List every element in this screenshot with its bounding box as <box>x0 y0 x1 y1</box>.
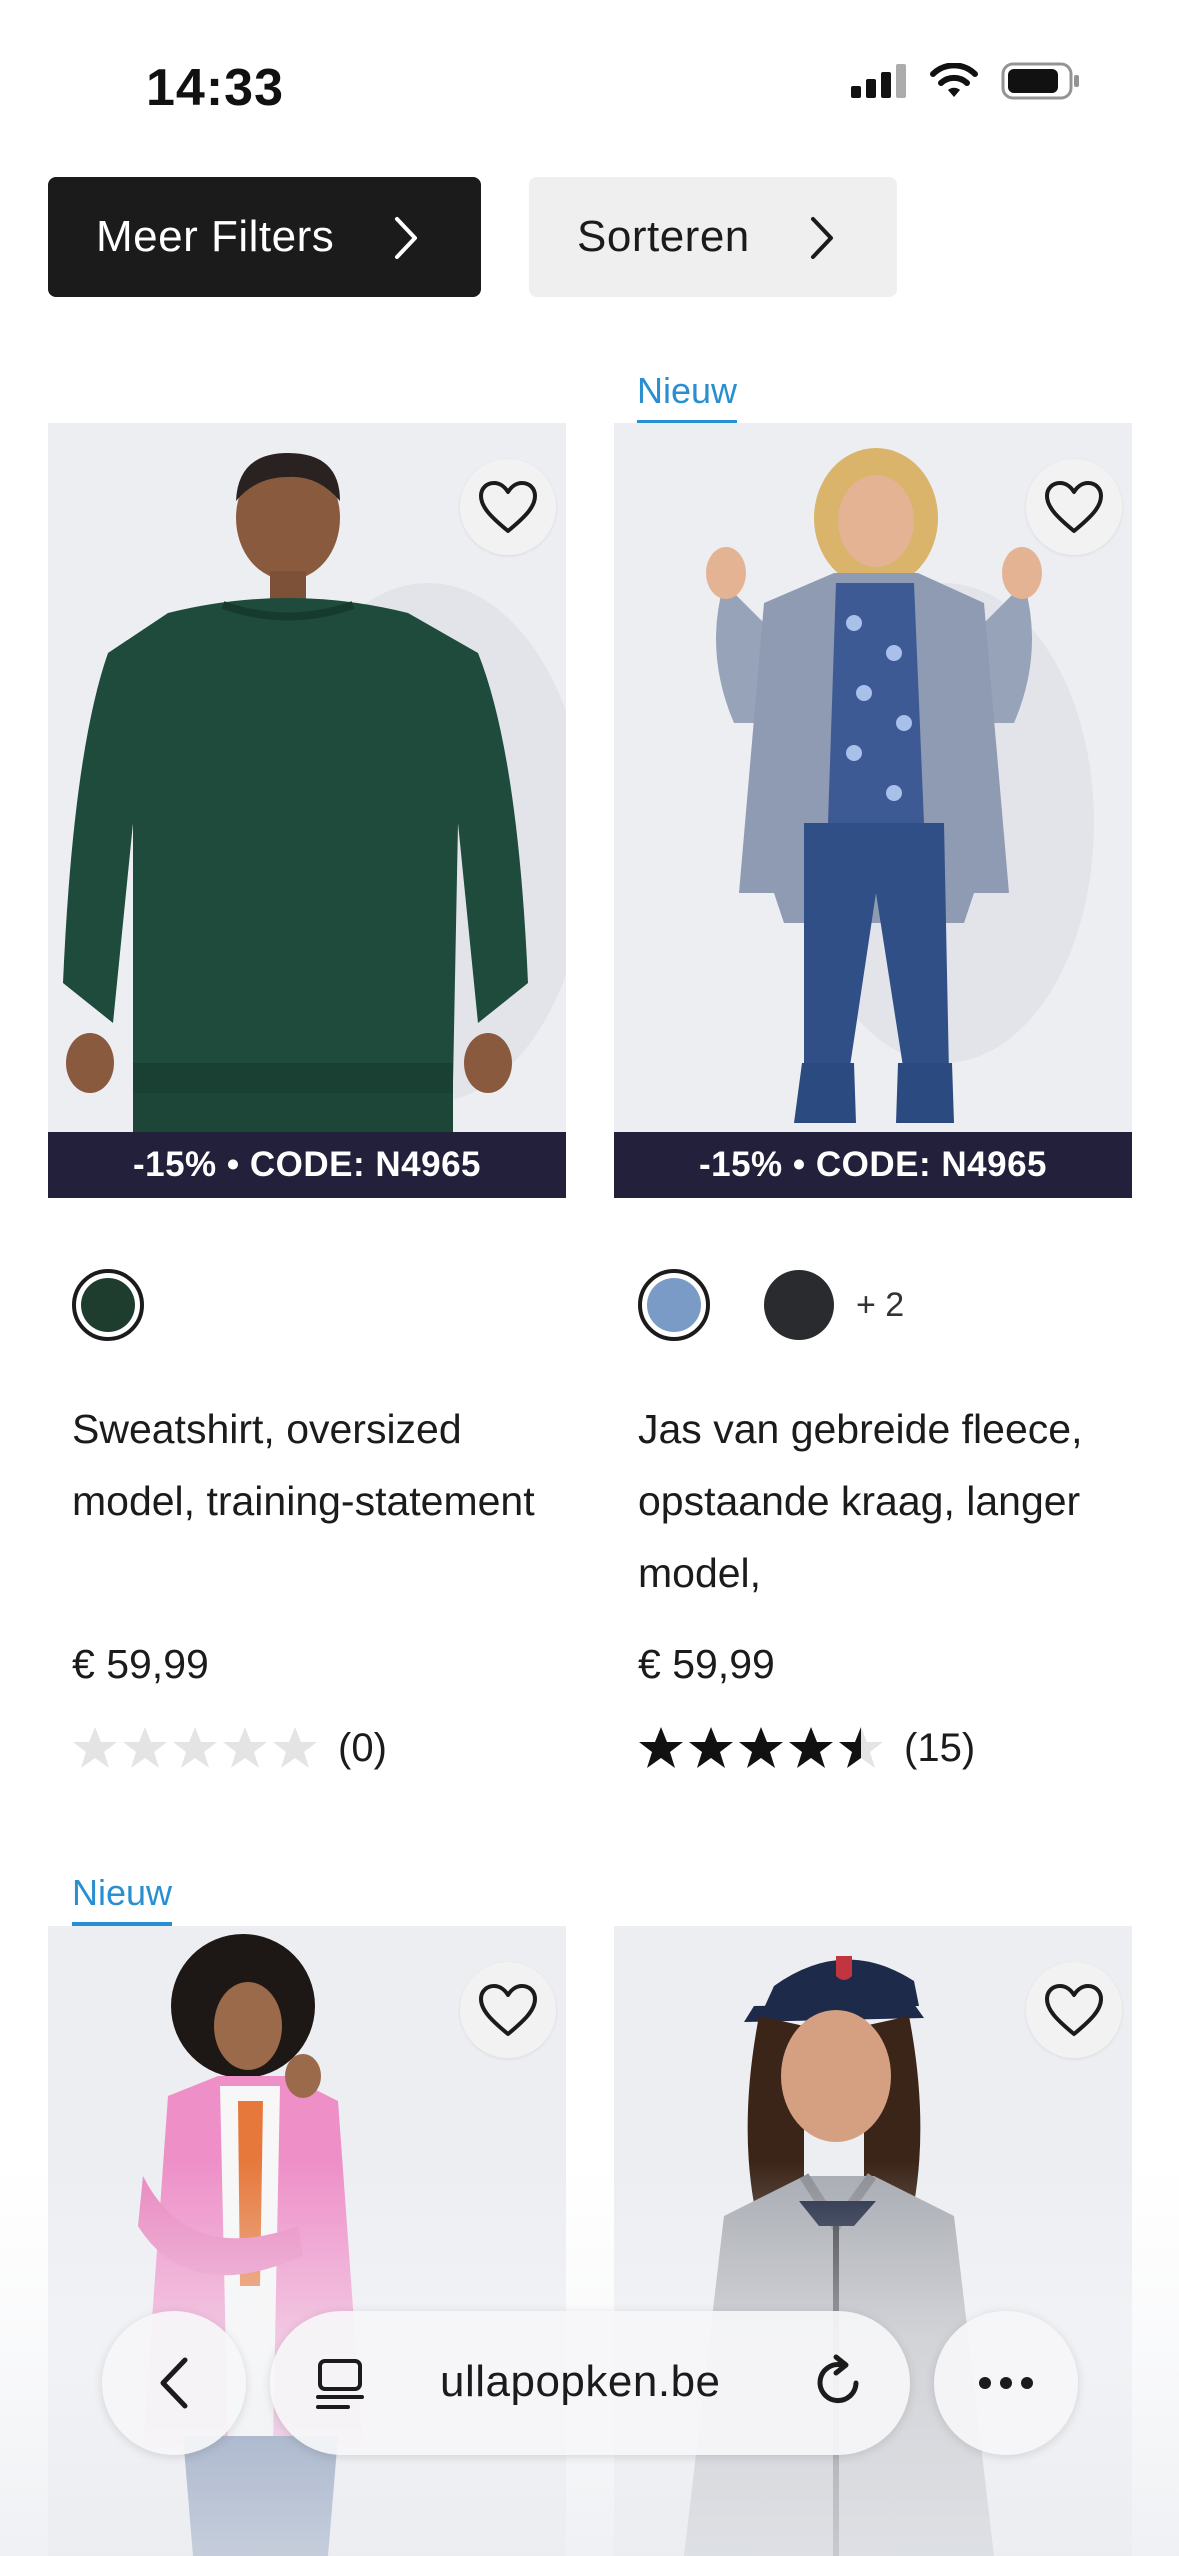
rating-stars <box>73 1727 317 1768</box>
battery-icon <box>1001 62 1079 100</box>
promo-code-banner: -15% • CODE: N4965 <box>48 1132 566 1198</box>
color-swatches: + 2 <box>638 1269 904 1341</box>
star-filled <box>639 1727 683 1768</box>
swatch-dot <box>647 1278 701 1332</box>
reload-icon[interactable] <box>812 2353 866 2411</box>
star-empty <box>173 1727 217 1768</box>
product-image[interactable]: -15% • CODE: N4965 <box>614 423 1132 1198</box>
more-filters-label: Meer Filters <box>96 212 335 261</box>
address-bar[interactable]: ullapopken.be <box>270 2311 910 2455</box>
star-filled <box>739 1727 783 1768</box>
favorite-button[interactable] <box>460 1962 556 2058</box>
more-colors-count[interactable]: + 2 <box>856 1286 904 1325</box>
more-options-button[interactable] <box>934 2311 1078 2455</box>
color-swatch[interactable] <box>638 1269 710 1341</box>
product-image[interactable] <box>48 1926 566 2556</box>
heart-icon <box>1045 481 1103 533</box>
product-rating: (0) <box>72 1725 387 1771</box>
rating-stars <box>639 1727 883 1768</box>
star-empty <box>123 1727 167 1768</box>
heart-icon <box>479 1984 537 2036</box>
star-filled <box>789 1727 833 1768</box>
favorite-button[interactable] <box>1026 1962 1122 2058</box>
tabs-icon <box>316 2359 364 2409</box>
color-swatch[interactable] <box>764 1270 834 1340</box>
swatch-dot <box>81 1278 135 1332</box>
product-rating: (15) <box>638 1725 975 1771</box>
product-title[interactable]: Jas van gebreide fleece, opstaande kraag… <box>638 1393 1108 1609</box>
new-badge: Nieuw <box>72 1872 173 1927</box>
sort-label: Sorteren <box>577 212 750 261</box>
chevron-left-icon <box>160 2357 188 2409</box>
heart-icon <box>1045 1984 1103 2036</box>
product-price: € 59,99 <box>638 1641 775 1687</box>
product-image[interactable]: -15% • CODE: N4965 <box>48 423 566 1198</box>
sort-button[interactable]: Sorteren <box>529 177 897 297</box>
star-empty <box>223 1727 267 1768</box>
favorite-button[interactable] <box>460 459 556 555</box>
ellipsis-icon <box>979 2377 1033 2389</box>
product-price: € 59,99 <box>72 1641 209 1687</box>
product-title[interactable]: Sweatshirt, oversized model, training-st… <box>72 1393 542 1609</box>
chevron-right-icon <box>811 217 833 259</box>
cellular-signal-icon <box>851 64 906 98</box>
star-half <box>839 1727 883 1768</box>
wifi-icon <box>930 63 978 97</box>
chevron-right-icon <box>395 217 417 259</box>
review-count: (15) <box>904 1725 976 1770</box>
star-empty <box>73 1727 117 1768</box>
more-filters-button[interactable]: Meer Filters <box>48 177 481 297</box>
product-image[interactable] <box>614 1926 1132 2556</box>
url-text[interactable]: ullapopken.be <box>440 2357 721 2407</box>
status-icons <box>851 62 1081 100</box>
new-badge: Nieuw <box>637 370 738 425</box>
star-empty <box>273 1727 317 1768</box>
color-swatch[interactable] <box>72 1269 144 1341</box>
heart-icon <box>479 481 537 533</box>
favorite-button[interactable] <box>1026 459 1122 555</box>
color-swatches <box>72 1269 144 1341</box>
back-button[interactable] <box>102 2311 246 2455</box>
promo-code-banner: -15% • CODE: N4965 <box>614 1132 1132 1198</box>
status-time: 14:33 <box>146 59 284 117</box>
star-filled <box>689 1727 733 1768</box>
review-count: (0) <box>338 1725 387 1770</box>
